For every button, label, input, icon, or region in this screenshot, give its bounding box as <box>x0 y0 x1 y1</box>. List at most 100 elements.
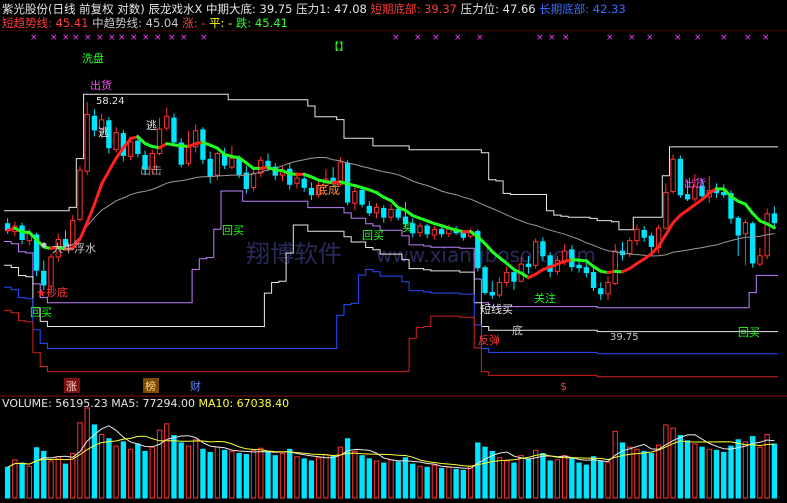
signal-x-marker: × <box>180 33 188 43</box>
candle-body <box>627 240 633 254</box>
signal-x-marker: × <box>674 33 682 43</box>
volume-bar <box>48 460 54 499</box>
signal-x-marker: × <box>62 33 70 43</box>
candle[interactable] <box>171 113 177 147</box>
stock-chart[interactable]: 翔博软件 www.xiangbosoft.com VOLUME: 56195.23… <box>0 0 787 503</box>
candle-body <box>171 117 177 143</box>
candle-body <box>605 281 611 295</box>
candle-body <box>540 241 546 257</box>
candle-body <box>438 228 445 235</box>
signal-x-marker: × <box>130 33 138 43</box>
signal-x-marker: × <box>720 33 728 43</box>
volume-bar <box>706 448 712 499</box>
volume-bar <box>12 459 18 499</box>
candle-body <box>84 113 90 172</box>
candle-body <box>424 225 430 235</box>
short-line-label: 短线买 <box>480 302 513 316</box>
candle[interactable] <box>178 138 184 168</box>
volume-bar <box>33 447 40 499</box>
volume-value: VOLUME: 56195.23 <box>2 397 111 410</box>
focus-label: 关注 <box>534 291 556 305</box>
volume-bar <box>576 462 582 499</box>
wash-label: 洗盘 <box>82 51 104 65</box>
volume-bar <box>185 445 192 499</box>
crash-label: 出击 <box>140 163 162 177</box>
candle-body <box>200 129 206 160</box>
volume-bar <box>402 457 409 499</box>
volume-bar <box>438 467 445 499</box>
volume-bar <box>467 465 474 499</box>
candle[interactable] <box>677 155 684 198</box>
candle[interactable] <box>670 154 676 194</box>
watermark-cn: 翔博软件 <box>246 240 342 268</box>
bang-label: 榜 <box>145 379 156 393</box>
candle[interactable] <box>200 127 206 165</box>
volume-bar <box>352 450 358 499</box>
candle[interactable] <box>533 238 539 269</box>
legend-item: 中期大底: 39.75 <box>206 2 296 16</box>
volume-bar <box>612 430 618 499</box>
volume-bar <box>178 442 184 499</box>
volume-legend: VOLUME: 56195.23 MA5: 77294.00 MA10: 670… <box>2 397 289 410</box>
legend-item: 涨: - <box>182 16 209 30</box>
candle-body <box>301 178 307 188</box>
candle[interactable] <box>359 188 365 208</box>
volume-bar <box>272 455 278 499</box>
signal-x-marker: × <box>96 33 104 43</box>
volume-bar <box>431 464 438 499</box>
candle-body <box>721 192 727 196</box>
volume-bar <box>742 441 749 499</box>
signal-x-marker: × <box>50 33 58 43</box>
candle[interactable] <box>764 208 770 260</box>
volume-bar <box>164 423 170 499</box>
volume-bar <box>670 427 676 499</box>
candle-body <box>482 267 488 293</box>
volume-bar <box>214 446 221 499</box>
low-label: 39.75 <box>610 332 639 343</box>
candle[interactable] <box>77 166 83 222</box>
signal-x-marker: × <box>744 33 752 43</box>
candle[interactable] <box>482 265 488 296</box>
signal-x-marker: × <box>118 33 126 43</box>
signal-x-marker: × <box>762 33 770 43</box>
signal-x-marker: × <box>154 33 162 43</box>
zhang-label: 涨 <box>66 380 77 393</box>
candle-body <box>207 158 213 177</box>
signal-x-marker: × <box>476 33 484 43</box>
volume-bar <box>243 454 249 499</box>
candle-body <box>533 241 539 266</box>
candle-body <box>366 205 372 214</box>
dry-water-label: 大牛浮水 <box>52 241 96 255</box>
candle[interactable] <box>750 221 756 268</box>
volume-bar <box>200 448 206 499</box>
candle-body <box>648 235 655 247</box>
volume-bar <box>395 461 401 499</box>
volume-bar <box>561 455 568 499</box>
volume-bar <box>70 453 76 499</box>
candle-body <box>684 194 691 200</box>
candle-body <box>388 209 394 218</box>
volume-bar <box>308 460 315 499</box>
signal-x-marker: × <box>72 33 80 43</box>
volume-bar <box>113 445 119 499</box>
volume-bar <box>381 462 387 499</box>
candle-body <box>417 225 423 234</box>
volume-bar <box>496 457 503 499</box>
cai-label: 财 <box>190 379 201 393</box>
candle-body <box>771 213 778 224</box>
volume-bar <box>655 444 662 499</box>
volume-bar <box>590 456 597 499</box>
volume-bar <box>475 442 481 499</box>
volume-bar <box>410 463 416 499</box>
volume-bar <box>417 465 423 499</box>
volume-bar <box>547 460 553 499</box>
candle-body <box>156 128 163 154</box>
candle-body <box>757 255 763 265</box>
candle-body <box>576 264 582 269</box>
volume-bar <box>540 453 546 499</box>
volume-bar <box>518 455 524 499</box>
candle-body <box>352 191 358 204</box>
candle-body <box>504 272 510 283</box>
volume-bar <box>265 451 271 499</box>
candle-body <box>48 256 54 287</box>
